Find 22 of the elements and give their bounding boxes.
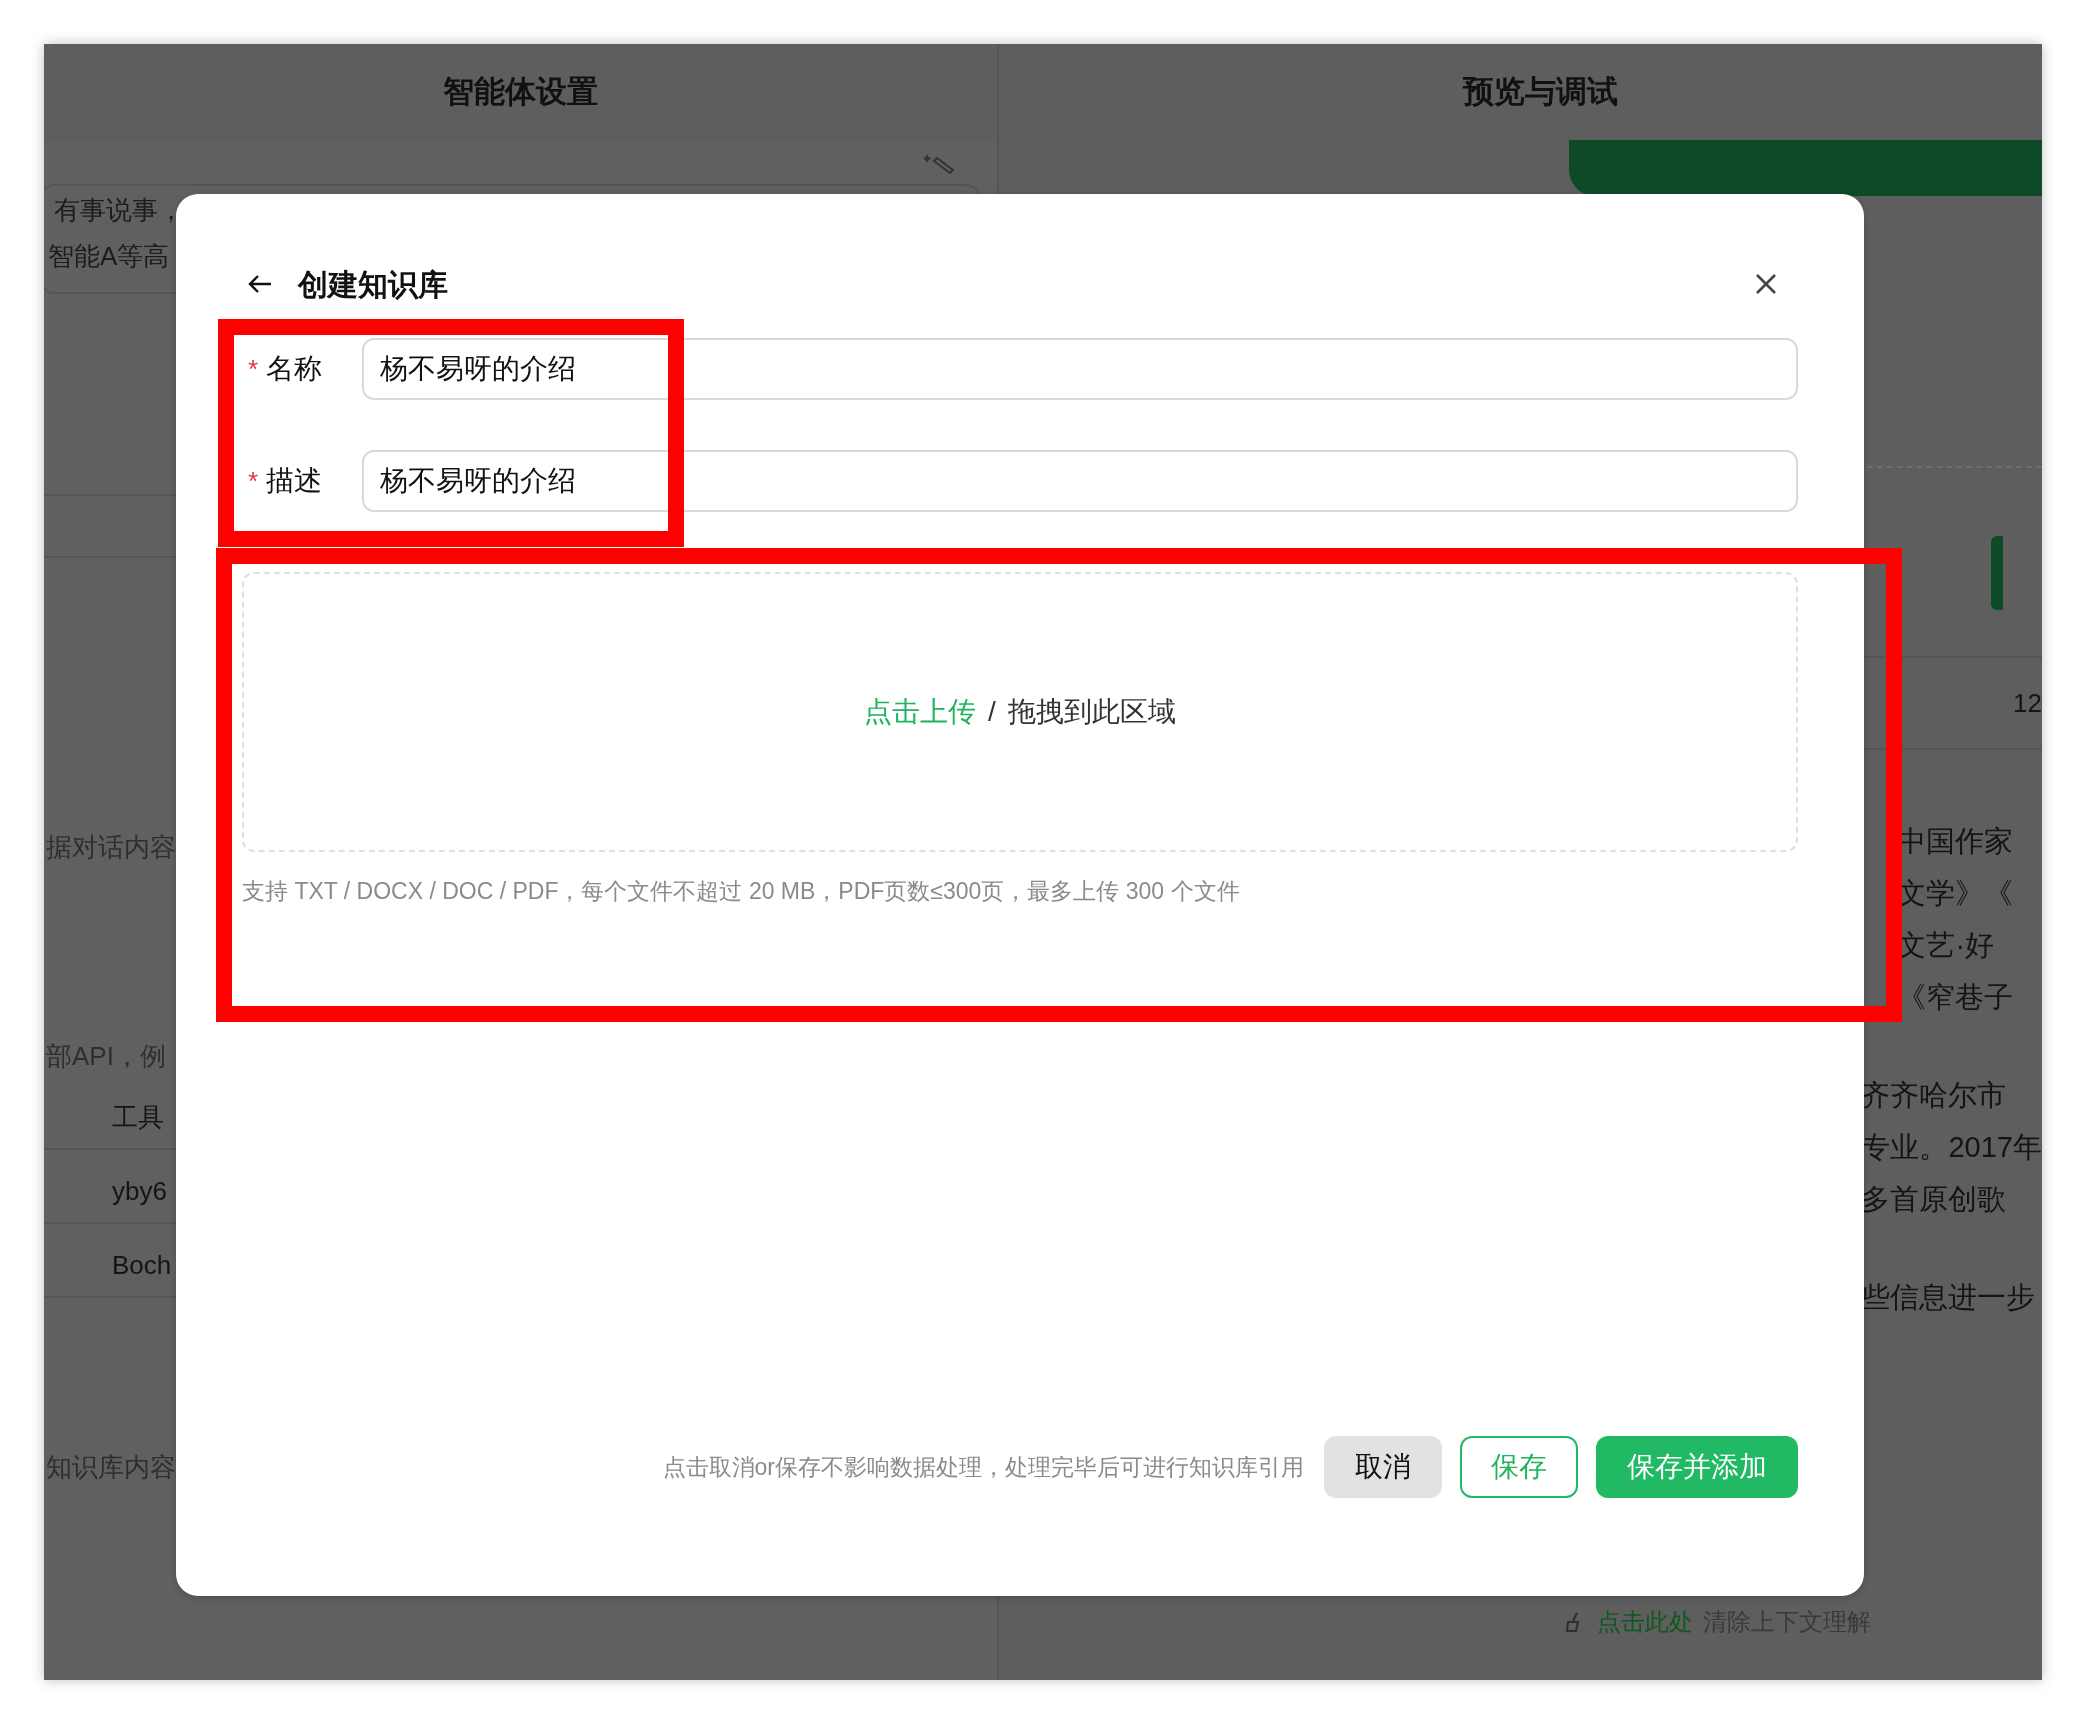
text-line: 些信息进一步 <box>1861 1280 2036 1315</box>
required-mark: * <box>248 352 259 386</box>
text-line: 有事说事， <box>53 194 185 226</box>
text-line: 智能A等高 <box>47 240 171 272</box>
row-label: Boch <box>112 1248 172 1282</box>
text-line: 《窄巷子 <box>1897 980 2014 1015</box>
upload-hint: 支持 TXT / DOCX / DOC / PDF，每个文件不超过 20 MB，PDF页数≤300页，最多上传 300 个文件 <box>242 878 1240 904</box>
row-label: 工具 <box>112 1100 164 1134</box>
text-line: 多首原创歌 <box>1861 1182 2007 1217</box>
dialog-title: 创建知识库 <box>298 266 448 303</box>
text-line: 专业。2017年 <box>1861 1130 2042 1165</box>
field-label: 描述 <box>266 464 323 498</box>
count-text: 12 <box>2013 686 2042 720</box>
panel-title: 智能体设置 <box>443 72 599 111</box>
upload-text: 拖拽到此区域 <box>1007 695 1176 729</box>
text-line: 齐齐哈尔市 <box>1861 1078 2007 1113</box>
field-label: 名称 <box>266 352 323 386</box>
required-mark: * <box>248 464 259 498</box>
panel-title: 预览与调试 <box>1463 72 1619 111</box>
footer-note: 点击取消or保存不影响数据处理，处理完毕后可进行知识库引用 <box>662 1452 1304 1482</box>
separator-text: / <box>988 695 996 729</box>
row-label: yby6 <box>112 1174 167 1208</box>
